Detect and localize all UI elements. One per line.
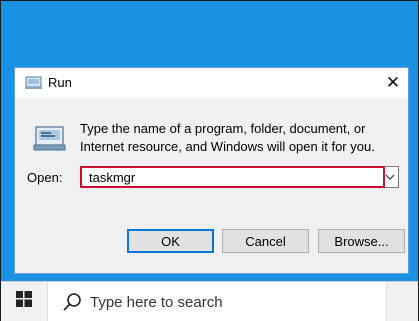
run-app-icon <box>25 76 43 90</box>
cancel-button[interactable]: Cancel <box>222 229 309 253</box>
close-button[interactable]: ✕ <box>378 68 408 98</box>
start-button[interactable] <box>1 282 47 321</box>
ok-button[interactable]: OK <box>127 229 214 253</box>
taskbar: Type here to search <box>1 281 418 321</box>
open-input[interactable] <box>89 169 379 185</box>
open-combobox[interactable] <box>80 166 399 188</box>
windows-logo-icon <box>16 291 32 312</box>
dialog-body: Type the name of a program, folder, docu… <box>15 98 408 273</box>
close-icon: ✕ <box>385 73 401 92</box>
browse-button[interactable]: Browse... <box>318 229 405 253</box>
dialog-description: Type the name of a program, folder, docu… <box>80 121 375 154</box>
run-icon <box>33 123 67 153</box>
chevron-down-icon[interactable] <box>384 170 396 184</box>
run-dialog: Run ✕ Type the name of a program, folder… <box>14 67 409 274</box>
title-bar[interactable]: Run ✕ <box>15 68 408 98</box>
search-icon <box>62 292 82 312</box>
taskbar-search-box[interactable]: Type here to search <box>47 282 387 321</box>
search-placeholder: Type here to search <box>90 294 223 311</box>
dialog-title: Run <box>48 75 72 90</box>
open-label: Open: <box>27 170 63 185</box>
